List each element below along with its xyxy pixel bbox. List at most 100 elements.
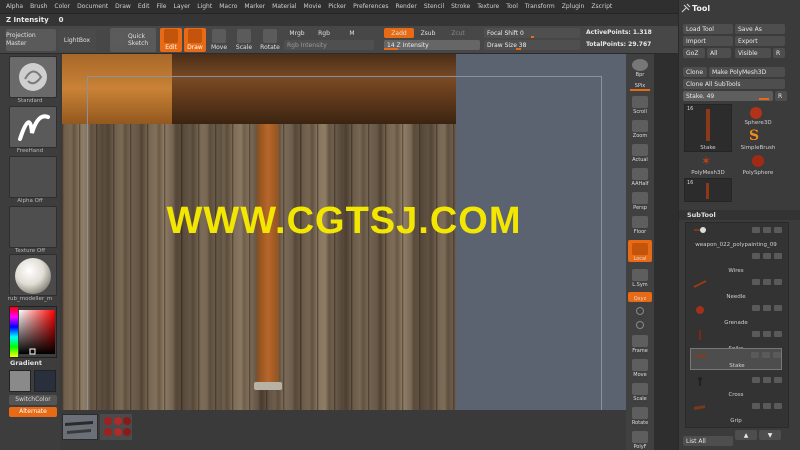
alpha-thumb[interactable] xyxy=(9,156,57,198)
main-color-swatch[interactable] xyxy=(9,370,31,392)
edit-button[interactable]: Edit xyxy=(160,28,182,52)
scale-view-button[interactable]: Scale xyxy=(628,380,652,402)
subtool-row-stake-selected[interactable]: Stake xyxy=(690,348,782,370)
export-button[interactable]: Export xyxy=(735,36,785,46)
rotate-view-button[interactable]: Rotate xyxy=(628,404,652,426)
draw-size-slider[interactable]: Draw Size 38 xyxy=(484,40,580,50)
rotate-button[interactable]: Rotate xyxy=(259,28,281,52)
draw-button[interactable]: Draw xyxy=(184,28,206,52)
tool-preview-thumb[interactable] xyxy=(62,414,98,440)
frame-button[interactable]: Frame xyxy=(628,332,652,354)
subtool-toggles[interactable] xyxy=(752,377,782,383)
rgb-intensity-slider[interactable]: Rgb Intensity xyxy=(284,40,374,50)
rotate-z-button[interactable] xyxy=(628,318,652,330)
freehand-stroke-thumb[interactable] xyxy=(9,106,57,148)
visible-button[interactable]: Visible xyxy=(735,48,771,58)
document-canvas[interactable]: WWW.CGTSJ.COM xyxy=(62,54,626,428)
menu-stencil[interactable]: Stencil xyxy=(424,3,444,10)
menu-macro[interactable]: Macro xyxy=(219,3,237,10)
menu-draw[interactable]: Draw xyxy=(115,3,131,10)
grenade-preview-thumb[interactable] xyxy=(100,414,132,440)
clone-all-subtools-button[interactable]: Clone All SubTools xyxy=(683,79,785,89)
subtool-header[interactable]: SubTool xyxy=(679,210,800,220)
make-polymesh-button[interactable]: Make PolyMesh3D xyxy=(709,67,785,77)
menu-movie[interactable]: Movie xyxy=(304,3,322,10)
texture-thumb[interactable] xyxy=(9,206,57,248)
zoom-button[interactable]: Zoom xyxy=(628,117,652,139)
gradient-label[interactable]: Gradient xyxy=(10,359,42,367)
menu-document[interactable]: Document xyxy=(77,3,108,10)
subtool-toggles[interactable] xyxy=(752,331,782,337)
rgb-button[interactable]: Rgb xyxy=(314,28,334,38)
subtool-toggles[interactable] xyxy=(752,403,782,409)
menu-stroke[interactable]: Stroke xyxy=(451,3,470,10)
subtool-row-grip[interactable]: Grip xyxy=(690,400,782,424)
standard-brush-thumb[interactable] xyxy=(9,56,57,98)
menu-render[interactable]: Render xyxy=(395,3,416,10)
scale-button[interactable]: Scale xyxy=(234,28,254,52)
qxyz-button[interactable]: Qxyz xyxy=(628,292,652,302)
goz-button[interactable]: GoZ xyxy=(683,48,705,58)
menu-marker[interactable]: Marker xyxy=(244,3,265,10)
load-tool-button[interactable]: Load Tool xyxy=(683,24,733,34)
menu-color[interactable]: Color xyxy=(54,3,70,10)
rotate-y-button[interactable] xyxy=(628,304,652,316)
menu-texture[interactable]: Texture xyxy=(477,3,499,10)
zadd-button[interactable]: Zadd xyxy=(384,28,414,38)
menu-brush[interactable]: Brush xyxy=(30,3,47,10)
move-button[interactable]: Move xyxy=(209,28,229,52)
simplebrush-icon[interactable]: S xyxy=(749,128,759,144)
persp-button[interactable]: Persp xyxy=(628,189,652,211)
polysphere-icon[interactable] xyxy=(751,154,765,170)
move-view-button[interactable]: Move xyxy=(628,356,652,378)
subtool-row-needle[interactable]: Needle xyxy=(690,276,782,300)
z-intensity-slider[interactable]: 14 Z Intensity xyxy=(384,40,480,50)
menu-preferences[interactable]: Preferences xyxy=(353,3,388,10)
menu-tool[interactable]: Tool xyxy=(506,3,518,10)
switch-color-button[interactable]: SwitchColor xyxy=(9,395,57,405)
zcut-button[interactable]: Zcut xyxy=(446,28,470,38)
list-all-button[interactable]: List All xyxy=(683,436,733,446)
focal-shift-slider[interactable]: Focal Shift 0 xyxy=(484,28,580,38)
menu-edit[interactable]: Edit xyxy=(138,3,150,10)
subtool-row-wires[interactable]: Wires xyxy=(690,250,782,274)
menu-light[interactable]: Light xyxy=(197,3,212,10)
aahalf-button[interactable]: AAHalf xyxy=(628,165,652,187)
lsym-button[interactable]: L.Sym xyxy=(628,266,652,288)
actual-button[interactable]: Actual xyxy=(628,141,652,163)
polymesh3d-icon[interactable]: ✶ xyxy=(701,154,711,168)
floor-button[interactable]: Floor xyxy=(628,213,652,235)
menu-file[interactable]: File xyxy=(156,3,166,10)
alternate-button[interactable]: Alternate xyxy=(9,407,57,417)
lightbox-button[interactable]: LightBox xyxy=(58,29,96,51)
mrgb-button[interactable]: Mrgb xyxy=(284,28,310,38)
polyf-button[interactable]: PolyF xyxy=(628,428,652,450)
subtool-row-grenade[interactable]: Grenade xyxy=(690,302,782,326)
menu-material[interactable]: Material xyxy=(272,3,296,10)
tray-scroll-strip[interactable] xyxy=(654,54,678,450)
projection-master-button[interactable]: Projection Master xyxy=(6,29,56,51)
color-picker[interactable] xyxy=(9,306,57,358)
spix-button[interactable]: SPix xyxy=(628,79,652,91)
r-button[interactable]: R xyxy=(773,48,785,58)
local-button[interactable]: Local xyxy=(628,240,652,262)
scroll-button[interactable]: Scroll xyxy=(628,93,652,115)
save-as-button[interactable]: Save As xyxy=(735,24,785,34)
subtool-toggles[interactable] xyxy=(751,352,781,358)
import-button[interactable]: Import xyxy=(683,36,733,46)
zsub-button[interactable]: Zsub xyxy=(416,28,440,38)
move-down-button[interactable]: ▼ xyxy=(759,430,781,440)
quick-sketch-button[interactable]: Quick Sketch xyxy=(110,28,156,52)
subtool-row-weapon[interactable]: weapon_022_polypainting_09 xyxy=(690,224,782,248)
bpr-button[interactable]: Bpr xyxy=(628,56,652,78)
menu-picker[interactable]: Picker xyxy=(328,3,346,10)
r-button-2[interactable]: R xyxy=(775,91,787,101)
subtool-toggles[interactable] xyxy=(752,279,782,285)
secondary-color-swatch[interactable] xyxy=(34,370,56,392)
m-button[interactable]: M xyxy=(346,28,358,38)
menu-zplugin[interactable]: Zplugin xyxy=(562,3,585,10)
menu-transform[interactable]: Transform xyxy=(525,3,555,10)
menu-zscript[interactable]: Zscript xyxy=(591,3,612,10)
material-thumb[interactable] xyxy=(9,254,57,296)
move-up-button[interactable]: ▲ xyxy=(735,430,757,440)
